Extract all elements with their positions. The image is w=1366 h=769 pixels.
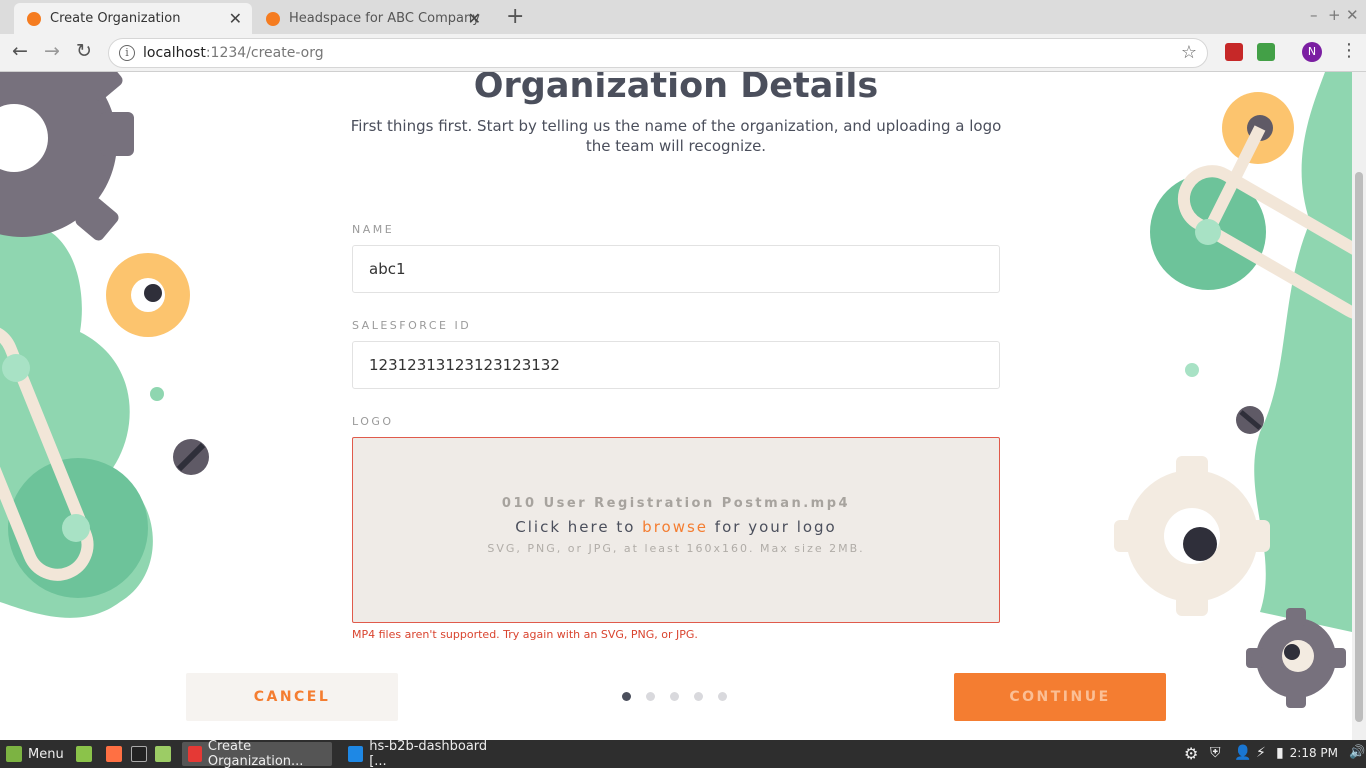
mint-logo-icon: [6, 746, 22, 762]
network-icon[interactable]: ⚡: [1256, 745, 1266, 761]
taskbar-window-label: Create Organization...: [207, 739, 304, 769]
chrome-icon: [188, 746, 202, 762]
close-tab-icon[interactable]: ✕: [229, 9, 242, 28]
shield-icon[interactable]: ⛨: [1210, 745, 1221, 761]
selected-file-name: 010 User Registration Postman.mp4: [501, 496, 851, 511]
url-host: localhost: [143, 45, 206, 61]
page-title: Organization Details: [473, 72, 879, 106]
step-dot: [694, 692, 703, 701]
scrollbar-thumb[interactable]: [1355, 172, 1363, 722]
step-dot: [670, 692, 679, 701]
name-input[interactable]: [352, 245, 1000, 293]
step-dot: [718, 692, 727, 701]
salesforce-id-label: SALESFORCE ID: [352, 319, 472, 332]
close-tab-icon[interactable]: ✕: [468, 9, 481, 28]
taskbar-window-label: hs-b2b-dashboard [...: [369, 739, 488, 769]
maximize-icon[interactable]: +: [1328, 6, 1341, 24]
screw-icon: [173, 439, 209, 475]
site-info-icon[interactable]: i: [119, 45, 135, 61]
dropzone-hint: SVG, PNG, or JPG, at least 160x160. Max …: [487, 542, 865, 555]
address-bar[interactable]: i localhost:1234/create-org ☆: [108, 38, 1208, 68]
back-icon[interactable]: ←: [12, 40, 28, 62]
logo-label: LOGO: [352, 415, 394, 428]
start-menu-button[interactable]: Menu: [6, 740, 64, 768]
gear-yellow-icon: [106, 253, 190, 337]
terminal-icon[interactable]: [131, 746, 147, 762]
prompt-text: for your logo: [708, 518, 837, 536]
browser-menu-icon[interactable]: ⋮: [1340, 40, 1358, 61]
forward-icon[interactable]: →: [44, 40, 60, 62]
files-icon[interactable]: [155, 746, 171, 762]
step-dot: [622, 692, 631, 701]
prompt-text: Click here to: [515, 518, 643, 536]
settings-gear-icon[interactable]: ⚙: [1184, 744, 1198, 763]
taskbar-window-chrome[interactable]: Create Organization...: [182, 739, 332, 769]
user-icon[interactable]: 👤: [1234, 745, 1251, 761]
dot-icon: [1185, 363, 1199, 377]
new-tab-icon[interactable]: +: [506, 4, 524, 29]
start-menu-label: Menu: [28, 746, 64, 762]
taskbar-window-webstorm[interactable]: hs-b2b-dashboard [...: [342, 739, 502, 769]
battery-icon[interactable]: ▮: [1276, 745, 1284, 761]
webstorm-icon: [348, 746, 364, 762]
gear-cream-icon: [1114, 456, 1270, 616]
dot-icon: [150, 387, 164, 401]
minimize-icon[interactable]: –: [1310, 6, 1318, 24]
name-label: NAME: [352, 223, 395, 236]
profile-avatar[interactable]: N: [1302, 42, 1322, 62]
extension-icon[interactable]: [1225, 43, 1243, 61]
show-desktop-icon[interactable]: [76, 746, 92, 762]
firefox-icon[interactable]: [106, 746, 122, 762]
logo-dropzone[interactable]: 010 User Registration Postman.mp4 Click …: [352, 437, 1000, 623]
browser-toolbar: ← → ↻ i localhost:1234/create-org ☆ N ⋮: [0, 34, 1366, 72]
step-indicator: [622, 692, 727, 701]
page-subtitle: First things first. Start by telling us …: [350, 117, 1002, 155]
url-text[interactable]: localhost:1234/create-org: [143, 45, 324, 61]
tab-label: Headspace for ABC Company: [289, 11, 480, 26]
cors-extension-icon[interactable]: [1257, 43, 1275, 61]
volume-icon[interactable]: 🔊: [1349, 745, 1365, 760]
left-decoration-illustration: [0, 72, 209, 618]
tab-headspace[interactable]: Headspace for ABC Company ✕: [253, 3, 491, 34]
dropzone-prompt: Click here to browse for your logo: [353, 518, 999, 536]
browse-link[interactable]: browse: [642, 518, 708, 536]
url-path: :1234/create-org: [205, 45, 324, 61]
site-favicon-icon: [266, 12, 280, 26]
continue-button[interactable]: CONTINUE: [954, 673, 1166, 721]
tab-create-organization[interactable]: Create Organization ✕: [14, 3, 252, 34]
logo-error-message: MP4 files aren't supported. Try again wi…: [352, 628, 698, 641]
step-dot: [646, 692, 655, 701]
clock[interactable]: 2:18 PM: [1290, 746, 1338, 760]
close-window-icon[interactable]: ✕: [1346, 6, 1359, 24]
bookmark-star-icon[interactable]: ☆: [1181, 42, 1197, 63]
tab-label: Create Organization: [50, 11, 181, 26]
reload-icon[interactable]: ↻: [76, 40, 92, 62]
screw-icon: [1236, 406, 1264, 434]
browser-tab-bar: Create Organization ✕ Headspace for ABC …: [0, 0, 1366, 34]
page-scrollbar[interactable]: [1352, 72, 1366, 740]
page-viewport: Organization Details First things first.…: [0, 72, 1352, 740]
salesforce-id-input[interactable]: [352, 341, 1000, 389]
site-favicon-icon: [27, 12, 41, 26]
cancel-button[interactable]: CANCEL: [186, 673, 398, 721]
os-taskbar: Menu Create Organization... hs-b2b-dashb…: [0, 739, 1366, 769]
right-decoration-illustration: [1114, 72, 1352, 708]
